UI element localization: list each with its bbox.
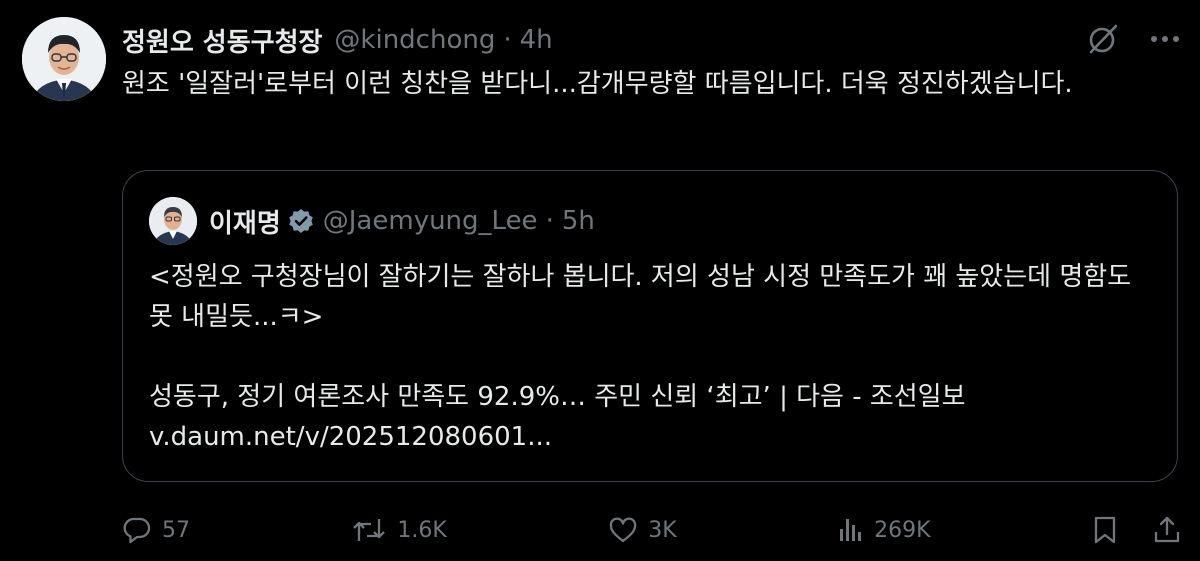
like-icon: [608, 515, 638, 545]
bookmark-icon: [1092, 515, 1118, 545]
tweet-top-actions: [1086, 22, 1180, 56]
verified-badge-icon: [287, 207, 315, 235]
share-icon: [1152, 515, 1182, 545]
tweet-timestamp[interactable]: 4h: [520, 25, 553, 55]
quoted-tweet-header: 이재명 @Jaemyung_Lee · 5h: [149, 197, 595, 245]
repost-icon: [351, 515, 387, 545]
reply-icon: [122, 515, 152, 545]
quoted-tweet-timestamp[interactable]: 5h: [562, 206, 595, 236]
quoted-tweet-text: <정원오 구청장님이 잘하기는 잘하나 봅니다. 저의 성남 시정 만족도가 꽤…: [149, 262, 1132, 332]
more-icon[interactable]: [1150, 35, 1180, 43]
quoted-tweet-card[interactable]: 이재명 @Jaemyung_Lee · 5h <정원오 구청장님이 잘하기는 잘…: [122, 170, 1178, 482]
reply-count: 57: [162, 517, 190, 543]
quoted-tweet-body: <정원오 구청장님이 잘하기는 잘하나 봅니다. 저의 성남 시정 만족도가 꽤…: [149, 257, 1154, 457]
reply-button[interactable]: 57: [122, 515, 190, 545]
action-bar-right: [1092, 515, 1182, 545]
repost-button[interactable]: 1.6K: [351, 515, 447, 545]
like-button[interactable]: 3K: [608, 515, 677, 545]
author-avatar[interactable]: [22, 17, 106, 101]
tweet-text: 원조 '일잘러'로부터 이런 칭찬을 받다니...감개무량할 따름입니다. 더욱…: [122, 69, 1073, 99]
separator-dot: ·: [503, 25, 512, 55]
share-button[interactable]: [1152, 515, 1182, 545]
quoted-author-display-name[interactable]: 이재명: [209, 203, 281, 240]
tweet-header: 정원오 성동구청장 @kindchong · 4h: [122, 20, 553, 60]
views-button[interactable]: 269K: [838, 515, 931, 545]
views-count: 269K: [874, 517, 931, 543]
grok-icon[interactable]: [1086, 22, 1120, 56]
quoted-link-title[interactable]: 성동구, 정기 여론조사 만족도 92.9%… 주민 신뢰 ‘최고’ | 다음 …: [149, 377, 1154, 417]
like-count: 3K: [648, 517, 677, 543]
tweet-action-bar: 57 1.6K 3K 269K: [122, 508, 1182, 552]
quoted-link-url[interactable]: v.daum.net/v/202512080601...: [149, 417, 1154, 457]
quoted-separator-dot: ·: [545, 206, 554, 236]
repost-count: 1.6K: [397, 517, 447, 543]
quoted-author-handle[interactable]: @Jaemyung_Lee: [323, 206, 538, 236]
bookmark-button[interactable]: [1092, 515, 1118, 545]
author-display-name[interactable]: 정원오 성동구청장: [122, 22, 322, 59]
quoted-author-avatar[interactable]: [149, 197, 197, 245]
author-handle[interactable]: @kindchong: [334, 25, 495, 55]
views-icon: [838, 515, 864, 545]
